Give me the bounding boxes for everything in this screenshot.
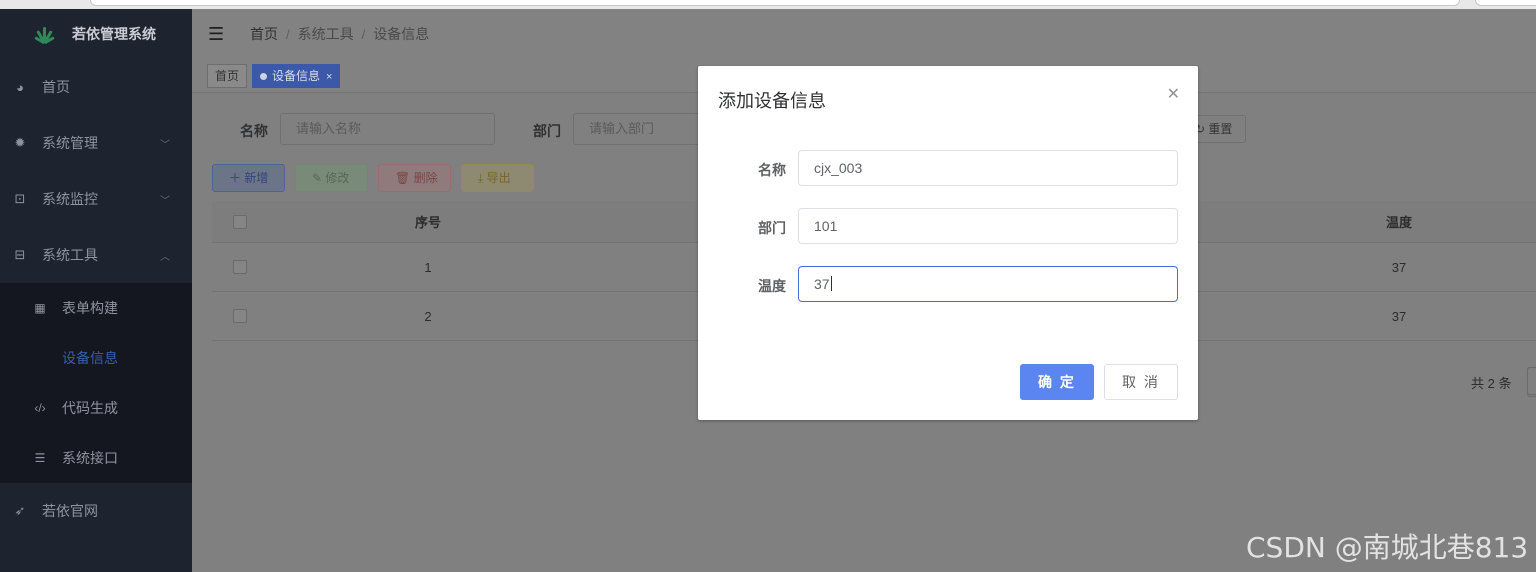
sidebar: 若依管理系统 ◕ 首页 ✹ 系统管理 ﹀ ⊡ 系统监控 ﹀ ⊟ 系统工具 ︿ ▦… — [0, 9, 192, 572]
sidebar-item-system-tools[interactable]: ⊟ 系统工具 ︿ — [0, 227, 192, 283]
cell-temperature: 37 — [1391, 259, 1407, 275]
breadcrumb-current: 设备信息 — [373, 26, 430, 42]
gear-icon: ✹ — [14, 135, 26, 150]
sidebar-subitem-label: 表单构建 — [62, 300, 118, 316]
sidebar-subitem-code-gen[interactable]: ‹/› 代码生成 — [0, 383, 192, 433]
close-icon[interactable]: × — [326, 71, 332, 83]
form-icon: ▦ — [34, 301, 46, 315]
name-field-label: 名称 — [758, 162, 786, 178]
row-checkbox[interactable] — [233, 260, 247, 274]
sidebar-item-system-monitor[interactable]: ⊡ 系统监控 ﹀ — [0, 171, 192, 227]
breadcrumb-separator: / — [286, 26, 290, 42]
download-icon: ⤓ — [478, 171, 487, 185]
watermark: CSDN @南城北巷813 — [1246, 531, 1529, 564]
dept-field[interactable]: 101 — [798, 208, 1178, 244]
plus-icon: ＋ — [229, 171, 245, 185]
temperature-field-label: 温度 — [758, 278, 786, 294]
dialog-title: 添加设备信息 — [718, 91, 826, 111]
sidebar-subitem-label: 系统接口 — [62, 450, 118, 466]
breadcrumb-separator: / — [361, 26, 366, 42]
delete-button[interactable]: 🗑 删除 — [378, 164, 451, 192]
name-label: 名称 — [240, 123, 268, 139]
row-select-cell — [212, 243, 268, 291]
browser-chrome-strip — [0, 0, 1536, 9]
name-field-value: cjx_003 — [814, 160, 863, 176]
breadcrumb-tools: 系统工具 — [297, 26, 354, 42]
chevron-down-icon: ﹀ — [160, 195, 170, 207]
add-device-dialog: 添加设备信息 ✕ 名称 cjx_003 部门 101 温度 37 确 定 取 消 — [698, 66, 1198, 420]
select-all-checkbox[interactable] — [233, 214, 247, 229]
temperature-field-value: 37 — [814, 276, 830, 292]
code-icon: ‹/› — [34, 401, 46, 415]
sidebar-item-home[interactable]: ◕ 首页 — [0, 59, 192, 115]
navbar: ☰ 首页 / 系统工具 / 设备信息 — [192, 9, 1536, 59]
address-bar[interactable] — [90, 0, 1460, 6]
text-caret — [830, 276, 832, 291]
dept-field-value: 101 — [814, 218, 838, 234]
add-button[interactable]: ＋ 新增 — [212, 164, 285, 192]
sidebar-subitem-label: 设备信息 — [62, 350, 118, 366]
active-dot-icon — [260, 72, 268, 80]
cell-index: 2 — [424, 308, 432, 324]
dept-field-label: 部门 — [758, 220, 786, 236]
pencil-icon: ✎ — [312, 171, 326, 185]
row-select-cell — [212, 292, 268, 340]
temperature-field[interactable]: 37 — [798, 266, 1178, 302]
sidebar-item-label: 首页 — [42, 79, 70, 95]
sidebar-logo[interactable]: 若依管理系统 — [0, 9, 192, 59]
edit-button[interactable]: ✎ 修改 — [295, 164, 368, 192]
confirm-button[interactable]: 确 定 — [1020, 364, 1094, 400]
cancel-button[interactable]: 取 消 — [1104, 364, 1178, 400]
app-title: 若依管理系统 — [72, 26, 156, 42]
sidebar-subitem-device-info[interactable]: 设备信息 — [0, 333, 192, 383]
tag-device-info[interactable]: 设备信息 × — [252, 63, 341, 88]
name-field[interactable]: cjx_003 — [798, 150, 1178, 186]
chevron-down-icon: ﹀ — [160, 139, 170, 151]
dept-label: 部门 — [533, 123, 561, 139]
delete-label: 删除 — [413, 171, 438, 185]
pagination-total: 共 2 条 — [1471, 376, 1512, 391]
monitor-icon: ⊡ — [14, 191, 26, 206]
sidebar-item-label: 系统监控 — [42, 191, 98, 207]
reset-label: 重置 — [1208, 122, 1233, 136]
export-button[interactable]: ⤓ 导出 — [461, 164, 534, 192]
chevron-up-icon: ︿ — [160, 251, 170, 263]
select-all-cell — [212, 201, 268, 242]
cell-index: 1 — [424, 259, 432, 275]
close-icon[interactable]: ✕ — [1167, 84, 1180, 104]
sidebar-subitem-api[interactable]: ☰ 系统接口 — [0, 433, 192, 483]
sidebar-item-official-site[interactable]: ➶ 若依官网 — [0, 483, 192, 539]
export-label: 导出 — [486, 171, 511, 185]
row-checkbox[interactable] — [233, 309, 247, 323]
logo-icon — [32, 25, 58, 45]
edit-label: 修改 — [325, 171, 350, 185]
tag-home[interactable]: 首页 — [207, 63, 248, 88]
page-jump-input-edge[interactable] — [1527, 367, 1536, 397]
dept-search-input[interactable]: 请输入部门 — [573, 113, 703, 145]
tag-label: 设备信息 — [272, 68, 321, 83]
sidebar-subitem-label: 代码生成 — [62, 400, 118, 416]
tag-label: 首页 — [215, 68, 240, 83]
breadcrumb-home[interactable]: 首页 — [250, 24, 278, 44]
sidebar-submenu-tools: ▦ 表单构建 设备信息 ‹/› 代码生成 ☰ 系统接口 — [0, 283, 192, 483]
column-header-index[interactable]: 序号 — [328, 201, 528, 242]
trash-icon: 🗑 — [395, 171, 414, 185]
sidebar-subitem-form-builder[interactable]: ▦ 表单构建 — [0, 283, 192, 333]
browser-toolbar-pill[interactable] — [1475, 0, 1536, 6]
paper-plane-icon: ➶ — [14, 503, 26, 518]
cell-temperature: 37 — [1391, 308, 1407, 324]
name-search-input[interactable]: 请输入名称 — [280, 113, 495, 145]
sidebar-item-label: 系统管理 — [42, 135, 98, 151]
column-header-temperature[interactable]: 温度 — [1299, 201, 1499, 242]
hamburger-icon[interactable]: ☰ — [208, 24, 226, 45]
dashboard-icon: ◕ — [16, 79, 24, 95]
sidebar-item-label: 系统工具 — [42, 247, 98, 263]
add-label: 新增 — [244, 171, 269, 185]
sidebar-item-label: 若依官网 — [42, 503, 98, 519]
sliders-icon: ☰ — [34, 451, 46, 465]
toolbox-icon: ⊟ — [14, 247, 26, 262]
sidebar-item-system-management[interactable]: ✹ 系统管理 ﹀ — [0, 115, 192, 171]
